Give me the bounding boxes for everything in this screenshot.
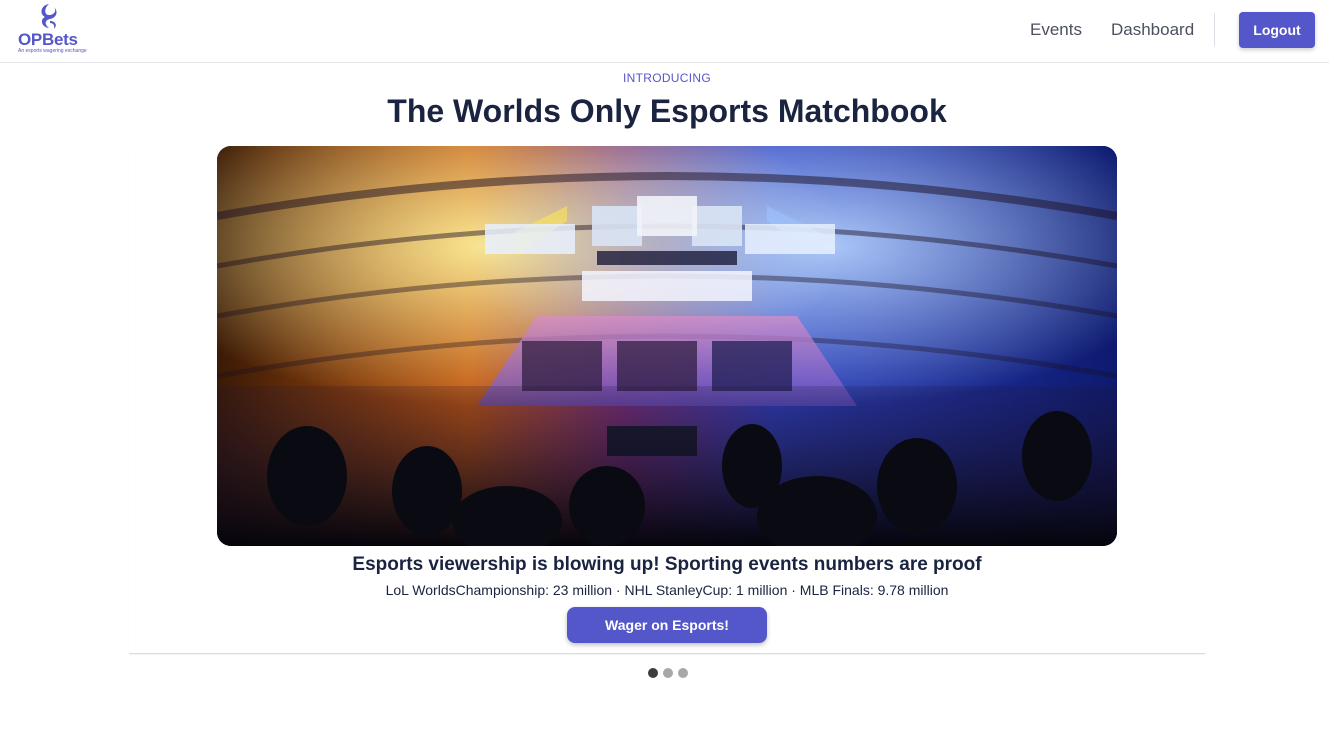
logout-button[interactable]: Logout bbox=[1239, 12, 1315, 48]
slide-title: Esports viewership is blowing up! Sporti… bbox=[352, 554, 982, 575]
logo-tagline: An esports wagering exchange bbox=[18, 48, 87, 54]
nav-divider bbox=[1214, 13, 1215, 46]
top-navbar: OPBets An esports wagering exchange Even… bbox=[0, 0, 1329, 63]
carousel-dot-3[interactable] bbox=[678, 668, 688, 678]
fish-swirl-logo-icon bbox=[41, 4, 57, 29]
slide-stats: LoL WorldsChampionship: 23 million · NHL… bbox=[385, 582, 949, 598]
nav-events-link[interactable]: Events bbox=[1030, 20, 1082, 40]
nav-dashboard-link[interactable]: Dashboard bbox=[1111, 20, 1194, 40]
wager-on-esports-button[interactable]: Wager on Esports! bbox=[567, 607, 767, 643]
arena-hero-image bbox=[217, 146, 1117, 546]
logo-wordmark: OPBets bbox=[18, 30, 78, 49]
hero-carousel: Esports viewership is blowing up! Sporti… bbox=[129, 146, 1205, 654]
arena-illustration bbox=[217, 146, 1117, 546]
intro-eyebrow: INTRODUCING bbox=[623, 71, 711, 85]
carousel-pagination bbox=[646, 668, 691, 680]
page-title: The Worlds Only Esports Matchbook bbox=[387, 93, 947, 129]
carousel-dot-1[interactable] bbox=[648, 668, 658, 678]
brand-logo[interactable]: OPBets An esports wagering exchange bbox=[16, 2, 87, 58]
carousel-dot-2[interactable] bbox=[663, 668, 673, 678]
